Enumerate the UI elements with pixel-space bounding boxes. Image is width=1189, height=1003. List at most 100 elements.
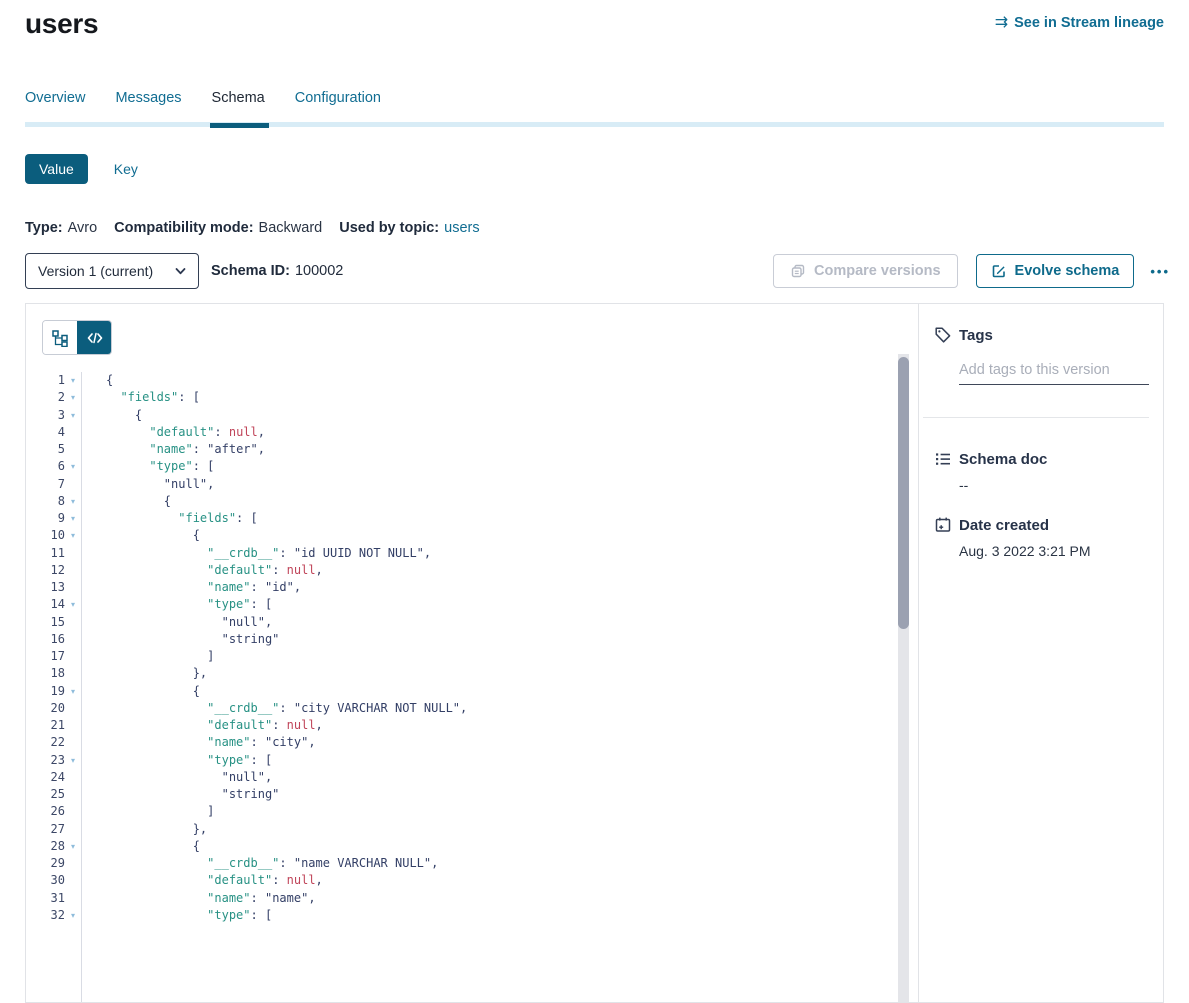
add-tags-input[interactable]: Add tags to this version (959, 362, 1149, 385)
code-line: 19▾ { (26, 683, 918, 700)
collapse-caret-icon[interactable]: ▾ (65, 389, 81, 406)
tab-configuration[interactable]: Configuration (295, 90, 381, 106)
caret-spacer (65, 872, 81, 889)
tab-schema[interactable]: Schema (212, 90, 265, 106)
caret-spacer (65, 579, 81, 596)
key-toggle-link[interactable]: Key (114, 161, 138, 177)
evolve-schema-button[interactable]: Evolve schema (976, 254, 1135, 288)
code-view-icon (86, 330, 104, 346)
tab-overview[interactable]: Overview (25, 90, 85, 106)
code-content: "type": [ (81, 752, 272, 769)
collapse-caret-icon[interactable]: ▾ (65, 527, 81, 544)
tree-view-button[interactable] (43, 321, 77, 354)
code-line: 6▾ "type": [ (26, 458, 918, 475)
code-content: "fields": [ (81, 510, 258, 527)
line-number: 2 (26, 389, 65, 406)
code-line: 8▾ { (26, 493, 918, 510)
tab-messages[interactable]: Messages (115, 90, 181, 106)
code-content: { (81, 493, 171, 510)
line-number: 19 (26, 683, 65, 700)
sidebar-divider (923, 417, 1149, 418)
schema-id-label: Schema ID: (211, 263, 290, 279)
code-line: 12 "default": null, (26, 562, 918, 579)
caret-spacer (65, 648, 81, 665)
page-title: users (25, 8, 98, 40)
line-number: 8 (26, 493, 65, 510)
version-dropdown-value: Version 1 (current) (38, 263, 153, 279)
line-number: 22 (26, 734, 65, 751)
code-content: { (81, 407, 142, 424)
code-content: { (81, 527, 200, 544)
collapse-caret-icon[interactable]: ▾ (65, 907, 81, 924)
caret-spacer (65, 890, 81, 907)
line-number: 1 (26, 372, 65, 389)
caret-spacer (65, 855, 81, 872)
code-content: "fields": [ (81, 389, 200, 406)
collapse-caret-icon[interactable]: ▾ (65, 752, 81, 769)
caret-spacer (65, 700, 81, 717)
code-line: 13 "name": "id", (26, 579, 918, 596)
code-line: 29 "__crdb__": "name VARCHAR NULL", (26, 855, 918, 872)
collapse-caret-icon[interactable]: ▾ (65, 838, 81, 855)
caret-spacer (65, 424, 81, 441)
compare-versions-label: Compare versions (814, 263, 941, 279)
code-view-button[interactable] (77, 321, 111, 354)
line-number: 3 (26, 407, 65, 424)
collapse-caret-icon[interactable]: ▾ (65, 407, 81, 424)
code-content: "string" (81, 631, 279, 648)
line-number: 4 (26, 424, 65, 441)
line-number: 17 (26, 648, 65, 665)
code-content: "__crdb__": "id UUID NOT NULL", (81, 545, 431, 562)
caret-spacer (65, 545, 81, 562)
schema-id-value: 100002 (295, 263, 343, 279)
view-mode-toggle (42, 320, 112, 355)
line-number: 11 (26, 545, 65, 562)
line-number: 15 (26, 614, 65, 631)
code-line: 16 "string" (26, 631, 918, 648)
schema-doc-value: -- (959, 477, 1149, 493)
code-scrollbar-track (898, 354, 909, 1002)
code-content: "name": "name", (81, 890, 316, 907)
collapse-caret-icon[interactable]: ▾ (65, 510, 81, 527)
more-options-button[interactable]: ••• (1150, 264, 1170, 279)
line-number: 12 (26, 562, 65, 579)
code-line: 4 "default": null, (26, 424, 918, 441)
code-content: "default": null, (81, 872, 323, 889)
version-dropdown[interactable]: Version 1 (current) (25, 253, 199, 289)
collapse-caret-icon[interactable]: ▾ (65, 493, 81, 510)
tab-underline-track (25, 122, 1164, 127)
code-line: 9▾ "fields": [ (26, 510, 918, 527)
schema-doc-title: Schema doc (959, 451, 1047, 468)
code-content: "null", (81, 614, 272, 631)
caret-spacer (65, 562, 81, 579)
see-in-stream-lineage-link[interactable]: ⇉ See in Stream lineage (995, 15, 1164, 31)
code-content: "default": null, (81, 424, 265, 441)
code-content: "null", (81, 476, 214, 493)
topic-link[interactable]: users (444, 220, 479, 236)
gutter-divider (81, 372, 82, 1002)
code-line: 15 "null", (26, 614, 918, 631)
code-content: "string" (81, 786, 279, 803)
schema-panel: 1▾{2▾ "fields": [3▾ {4 "default": null,5… (25, 303, 1164, 1003)
code-line: 32▾ "type": [ (26, 907, 918, 924)
stream-lineage-label: See in Stream lineage (1014, 15, 1164, 31)
compare-versions-button[interactable]: Compare versions (773, 254, 958, 288)
code-editor: 1▾{2▾ "fields": [3▾ {4 "default": null,5… (26, 372, 918, 1002)
code-scrollbar-thumb[interactable] (898, 357, 909, 629)
line-number: 31 (26, 890, 65, 907)
code-content: "__crdb__": "name VARCHAR NULL", (81, 855, 438, 872)
collapse-caret-icon[interactable]: ▾ (65, 458, 81, 475)
value-toggle-button[interactable]: Value (25, 154, 88, 184)
collapse-caret-icon[interactable]: ▾ (65, 683, 81, 700)
code-line: 7 "null", (26, 476, 918, 493)
schema-meta: Type: Avro Compatibility mode: Backward … (25, 220, 480, 236)
code-line: 26 ] (26, 803, 918, 820)
line-number: 7 (26, 476, 65, 493)
caret-spacer (65, 803, 81, 820)
code-line: 22 "name": "city", (26, 734, 918, 751)
line-number: 13 (26, 579, 65, 596)
collapse-caret-icon[interactable]: ▾ (65, 596, 81, 613)
line-number: 26 (26, 803, 65, 820)
collapse-caret-icon[interactable]: ▾ (65, 372, 81, 389)
code-line: 30 "default": null, (26, 872, 918, 889)
